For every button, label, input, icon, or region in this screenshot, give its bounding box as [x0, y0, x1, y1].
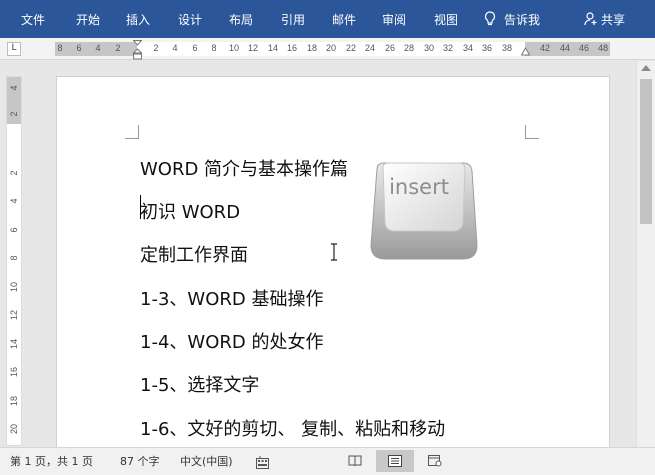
- ruler-number: 20: [325, 43, 337, 53]
- ruler-number: 4: [95, 43, 101, 53]
- status-bar: 第 1 页，共 1 页 87 个字 中文(中国): [0, 447, 655, 475]
- tell-me-label: 告诉我: [504, 12, 541, 27]
- ruler-number: 24: [364, 43, 376, 53]
- ruler-number: 10: [228, 43, 240, 53]
- tab-file[interactable]: 文件: [8, 0, 58, 38]
- crop-mark-top-right: [525, 125, 539, 139]
- doc-line-title[interactable]: WORD 简介与基本操作篇: [140, 155, 348, 181]
- tab-home[interactable]: 开始: [68, 0, 108, 38]
- horizontal-ruler[interactable]: 8 6 4 2 2 4 6 8 10 12 14 16 18 20 22 24 …: [55, 40, 610, 60]
- vruler-number: 16: [9, 366, 19, 377]
- vertical-ruler[interactable]: 4 2 2 4 6 8 10 12 14 16 18 20: [6, 76, 22, 446]
- vruler-number: 10: [9, 281, 19, 292]
- ruler-number: 2: [153, 43, 159, 53]
- book-icon: [348, 455, 362, 467]
- ruler-number: 34: [462, 43, 474, 53]
- doc-line[interactable]: 1-3、WORD 基础操作: [140, 285, 323, 311]
- web-layout-icon: [428, 455, 442, 467]
- doc-line[interactable]: 定制工作界面: [140, 241, 248, 267]
- lightbulb-icon: [484, 11, 496, 27]
- print-layout-button[interactable]: [376, 450, 414, 472]
- indent-marker-icon[interactable]: [133, 40, 142, 60]
- ruler-number: 44: [559, 43, 571, 53]
- ruler-number: 36: [481, 43, 493, 53]
- doc-line[interactable]: 1-4、WORD 的处女作: [140, 328, 323, 354]
- doc-line[interactable]: 初识 WORD: [140, 198, 240, 224]
- doc-line[interactable]: 1-6、文好的剪切、 复制、粘贴和移动: [140, 415, 445, 441]
- tab-mailings[interactable]: 邮件: [324, 0, 364, 38]
- tab-layout[interactable]: 布局: [220, 0, 262, 38]
- page-layout-icon: [388, 455, 402, 467]
- ruler-number: 26: [384, 43, 396, 53]
- vruler-number: 4: [9, 85, 19, 91]
- status-word-count[interactable]: 87 个字: [120, 448, 160, 475]
- tab-references[interactable]: 引用: [272, 0, 314, 38]
- vertical-scrollbar[interactable]: [636, 61, 655, 447]
- ruler-number: 22: [345, 43, 357, 53]
- share-button[interactable]: 共享: [584, 0, 625, 38]
- document-canvas[interactable]: WORD 简介与基本操作篇 初识 WORD 定制工作界面 1-3、WORD 基础…: [22, 61, 636, 447]
- ruler-number: 18: [306, 43, 318, 53]
- document-page[interactable]: WORD 简介与基本操作篇 初识 WORD 定制工作界面 1-3、WORD 基础…: [56, 76, 610, 447]
- ruler-number: 32: [442, 43, 454, 53]
- tab-selector-button[interactable]: L: [7, 42, 21, 56]
- scroll-up-arrow-icon[interactable]: [641, 65, 651, 71]
- status-page-count[interactable]: 第 1 页，共 1 页: [10, 448, 93, 475]
- ribbon-tab-bar: 文件 开始 插入 设计 布局 引用 邮件 审阅 视图 告诉我 共享: [0, 0, 655, 38]
- ibeam-cursor-icon: [331, 243, 337, 261]
- ruler-number: 8: [57, 43, 63, 53]
- ruler-number: 2: [115, 43, 121, 53]
- vruler-number: 20: [9, 423, 19, 434]
- ruler-number: 6: [76, 43, 82, 53]
- ruler-number: 46: [578, 43, 590, 53]
- insert-key-image: insert: [369, 159, 481, 263]
- vruler-number: 12: [9, 309, 19, 320]
- ruler-number: 4: [172, 43, 178, 53]
- ruler-number: 14: [267, 43, 279, 53]
- tab-view[interactable]: 视图: [426, 0, 466, 38]
- ruler-number: 12: [247, 43, 259, 53]
- vruler-number: 8: [9, 255, 19, 261]
- text-cursor: [140, 195, 141, 219]
- ruler-number: 38: [501, 43, 513, 53]
- person-add-icon: [584, 12, 598, 26]
- status-language[interactable]: 中文(中国): [180, 448, 233, 475]
- tab-insert[interactable]: 插入: [118, 0, 158, 38]
- vruler-number: 18: [9, 395, 19, 406]
- ruler-number: 48: [597, 43, 609, 53]
- ruler-bar: L 8 6 4 2 2 4 6 8 10 12 14 16 18 20 22 2…: [0, 38, 655, 60]
- ruler-number: 8: [211, 43, 217, 53]
- tab-design[interactable]: 设计: [168, 0, 212, 38]
- macro-record-icon[interactable]: [256, 456, 269, 470]
- scrollbar-thumb[interactable]: [640, 79, 652, 224]
- web-layout-button[interactable]: [422, 450, 448, 472]
- doc-line[interactable]: 1-5、选择文字: [140, 371, 259, 397]
- ruler-number: 16: [286, 43, 298, 53]
- vruler-number: 6: [9, 227, 19, 233]
- vruler-number: 2: [9, 170, 19, 176]
- right-indent-marker-icon[interactable]: [521, 47, 530, 56]
- tab-review[interactable]: 审阅: [374, 0, 414, 38]
- ruler-number: 30: [423, 43, 435, 53]
- keycap-label: insert: [389, 175, 449, 199]
- read-mode-button[interactable]: [342, 450, 368, 472]
- vruler-number: 4: [9, 198, 19, 204]
- ruler-number: 42: [539, 43, 551, 53]
- vruler-number: 2: [9, 111, 19, 117]
- share-label: 共享: [601, 12, 626, 27]
- ruler-number: 6: [192, 43, 198, 53]
- crop-mark-top-left: [125, 125, 139, 139]
- tell-me-box[interactable]: 告诉我: [484, 0, 540, 38]
- ruler-number: 28: [403, 43, 415, 53]
- vruler-number: 14: [9, 338, 19, 349]
